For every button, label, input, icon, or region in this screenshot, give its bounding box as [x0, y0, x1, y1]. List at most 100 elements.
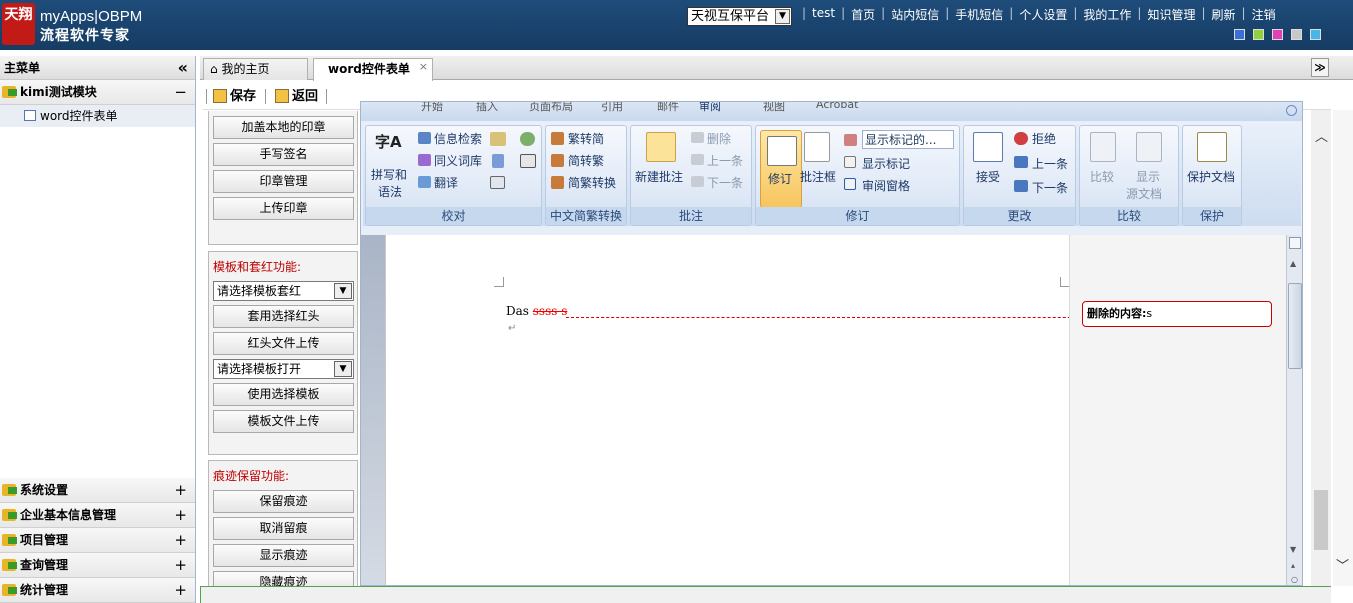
sidebar-group-stats[interactable]: 统计管理 + — [0, 578, 195, 603]
next-change-button[interactable]: 下一条 — [1032, 179, 1068, 196]
sidebar-group-kimi[interactable]: kimi测试模块 − — [0, 80, 195, 105]
tab-my-home[interactable]: ⌂ 我的主页 — [203, 58, 308, 80]
sidebar-group-project[interactable]: 项目管理 + — [0, 528, 195, 553]
translate-button[interactable]: 翻译 — [434, 174, 458, 191]
seal-management-button[interactable]: 印章管理 — [213, 170, 354, 193]
scroll-down-icon[interactable]: ▼ — [1290, 545, 1296, 554]
reviewing-pane-button[interactable]: 审阅窗格 — [862, 177, 910, 194]
ribbon-tab-home[interactable]: 开始 — [421, 102, 443, 114]
theme-swatch-blue[interactable] — [1234, 29, 1245, 40]
next-comment-button[interactable]: 下一条 — [707, 174, 743, 191]
back-button[interactable]: 返回 — [275, 88, 318, 105]
nav-internal-messages[interactable]: 站内短信 — [891, 6, 939, 23]
upload-template-button[interactable]: 模板文件上传 — [213, 410, 354, 433]
ribbon-tab-acrobat[interactable]: Acrobat — [816, 102, 858, 111]
expand-icon[interactable]: + — [174, 478, 187, 503]
accept-button[interactable]: 接受 — [976, 168, 1000, 185]
upload-seal-button[interactable]: 上传印章 — [213, 197, 354, 220]
theme-swatch-green[interactable] — [1253, 29, 1264, 40]
keyboard-icon[interactable] — [490, 176, 505, 189]
cancel-trace-button[interactable]: 取消留痕 — [213, 517, 354, 540]
thesaurus-button[interactable]: 同义词库 — [434, 152, 482, 169]
t2s-button[interactable]: 繁转简 — [568, 130, 604, 147]
apply-red-header-button[interactable]: 套用选择红头 — [213, 305, 354, 328]
previous-page-icon[interactable]: ▴ — [1291, 561, 1295, 570]
document-page[interactable]: Das ssss s ↵ — [385, 235, 1126, 585]
keep-trace-button[interactable]: 保留痕迹 — [213, 490, 354, 513]
show-markup-button[interactable]: 显示标记 — [862, 155, 910, 172]
sidebar-item-word-form[interactable]: word控件表单 — [0, 105, 195, 127]
hide-trace-button[interactable]: 隐藏痕迹 — [213, 571, 354, 586]
ribbon-tab-review[interactable]: 审阅 — [699, 102, 721, 114]
nav-my-work[interactable]: 我的工作 — [1083, 6, 1131, 23]
expand-icon[interactable]: + — [174, 528, 187, 553]
nav-refresh[interactable]: 刷新 — [1212, 6, 1236, 23]
red-template-select[interactable]: 请选择模板套红 ▼ — [213, 281, 354, 301]
document-text[interactable]: Das ssss s — [506, 304, 567, 318]
theme-swatch-cyan[interactable] — [1310, 29, 1321, 40]
spelling-button[interactable]: 拼写和 — [371, 166, 407, 183]
expand-icon[interactable]: + — [174, 578, 187, 603]
nav-home[interactable]: 首页 — [851, 6, 875, 23]
clipboard-icon[interactable] — [490, 132, 506, 146]
sidebar-group-enterprise[interactable]: 企业基本信息管理 + — [0, 503, 195, 528]
open-template-select[interactable]: 请选择模板打开 ▼ — [213, 359, 354, 379]
select-browse-object-icon[interactable]: ○ — [1291, 575, 1298, 584]
sidebar-group-query[interactable]: 查询管理 + — [0, 553, 195, 578]
ribbon-tab-view[interactable]: 视图 — [763, 102, 785, 114]
stamp-local-seal-button[interactable]: 加盖本地的印章 — [213, 116, 354, 139]
page-scrollbar[interactable]: ﹀ — [1333, 110, 1353, 586]
delete-comment-button[interactable]: 删除 — [707, 130, 731, 147]
ribbon-tab-insert[interactable]: 插入 — [476, 102, 498, 114]
collapse-icon[interactable]: « — [178, 56, 188, 80]
previous-comment-button[interactable]: 上一条 — [707, 152, 743, 169]
convert-button[interactable]: 简繁转换 — [568, 174, 616, 191]
theme-swatch-pink[interactable] — [1272, 29, 1283, 40]
form-scrollbar[interactable]: ︿ — [1311, 110, 1331, 586]
ruler-toggle-icon[interactable] — [1289, 237, 1301, 249]
theme-swatch-gray[interactable] — [1291, 29, 1302, 40]
nav-knowledge[interactable]: 知识管理 — [1147, 6, 1195, 23]
tab-list-dropdown[interactable]: ≫ — [1311, 58, 1329, 77]
balloons-button[interactable]: 批注框 — [800, 168, 836, 185]
sidebar-group-system[interactable]: 系统设置 + — [0, 478, 195, 503]
language-icon[interactable] — [520, 132, 535, 146]
protect-document-button[interactable]: 保护文档 — [1187, 168, 1235, 185]
s2t-button[interactable]: 简转繁 — [568, 152, 604, 169]
nav-settings[interactable]: 个人设置 — [1019, 6, 1067, 23]
nav-sms[interactable]: 手机短信 — [955, 6, 1003, 23]
research-button[interactable]: 信息检索 — [434, 130, 482, 147]
scroll-up-icon[interactable]: ︿ — [1315, 126, 1328, 145]
scroll-up-icon[interactable]: ▲ — [1290, 259, 1296, 268]
compare-button[interactable]: 比较 — [1090, 168, 1114, 185]
scroll-down-icon[interactable]: ﹀ — [1336, 555, 1349, 574]
expand-icon[interactable]: + — [174, 553, 187, 578]
expand-icon[interactable]: + — [174, 503, 187, 528]
platform-select[interactable]: 天视互保平台 ▼ — [687, 7, 792, 26]
tab-word-form[interactable]: word控件表单 × — [313, 58, 433, 81]
show-source-button[interactable]: 显示 — [1136, 168, 1160, 185]
nav-logout[interactable]: 注销 — [1252, 6, 1276, 23]
form-scroll-thumb[interactable] — [1314, 490, 1328, 550]
previous-change-button[interactable]: 上一条 — [1032, 155, 1068, 172]
ribbon-tab-mailings[interactable]: 邮件 — [657, 102, 679, 114]
display-for-review-select[interactable]: 显示标记的... — [862, 130, 954, 149]
word-count-icon[interactable] — [492, 154, 504, 168]
close-icon[interactable]: × — [419, 57, 428, 77]
help-icon[interactable] — [1286, 105, 1297, 116]
use-template-button[interactable]: 使用选择模板 — [213, 383, 354, 406]
abc-icon[interactable] — [520, 154, 536, 168]
document-scroll-thumb[interactable] — [1288, 283, 1302, 369]
ribbon-tab-references[interactable]: 引用 — [601, 102, 623, 114]
reject-button[interactable]: 拒绝 — [1032, 130, 1056, 147]
track-changes-button[interactable]: 修订 — [760, 130, 802, 208]
nav-user[interactable]: test — [812, 6, 835, 23]
handwritten-signature-button[interactable]: 手写签名 — [213, 143, 354, 166]
upload-red-header-button[interactable]: 红头文件上传 — [213, 332, 354, 355]
collapse-toggle-icon[interactable]: − — [174, 80, 187, 105]
show-trace-button[interactable]: 显示痕迹 — [213, 544, 354, 567]
save-button[interactable]: 保存 — [213, 88, 256, 105]
new-comment-button[interactable]: 新建批注 — [635, 168, 683, 185]
document-scrollbar[interactable]: ▲ ▼ ▴ ○ — [1286, 235, 1302, 585]
ribbon-tab-layout[interactable]: 页面布局 — [529, 102, 573, 114]
